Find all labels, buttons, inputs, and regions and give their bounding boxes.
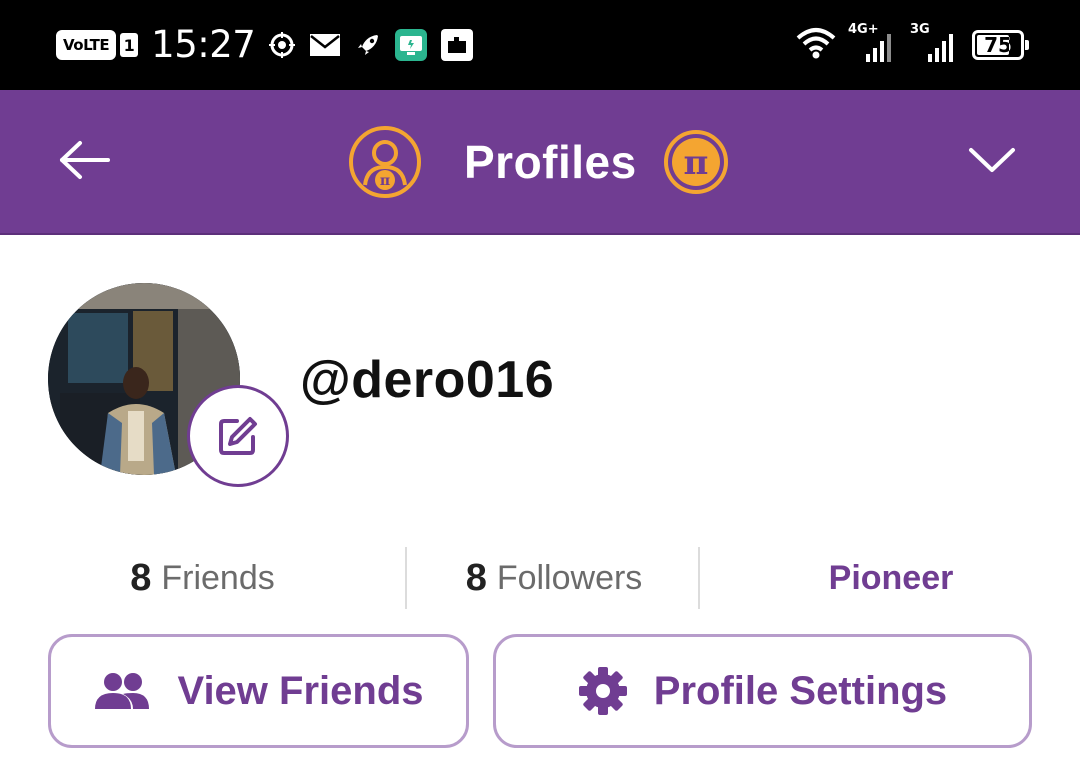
header-menu-button[interactable] bbox=[960, 128, 1024, 192]
chevron-down-icon bbox=[969, 148, 1015, 172]
app-header: π Profiles π bbox=[0, 90, 1080, 235]
role-stat: Pioneer bbox=[760, 545, 1022, 611]
status-clock: 15:27 bbox=[151, 23, 256, 66]
back-button[interactable] bbox=[52, 128, 116, 192]
profile-screen: VoLTE 1 15:27 4G+ 3G 75 π Profiles π @de… bbox=[0, 0, 1080, 774]
status-bar-left: VoLTE 1 15:27 bbox=[56, 22, 474, 68]
pi-coin-icon: π bbox=[663, 130, 728, 194]
cast-app-icon bbox=[395, 29, 428, 61]
battery-percent: 75 bbox=[984, 33, 1012, 57]
friends-count: 8 bbox=[130, 556, 152, 599]
view-friends-label: View Friends bbox=[177, 668, 424, 713]
arrow-left-icon bbox=[60, 141, 110, 179]
profile-stats: 8 Friends 8 Followers Pioneer bbox=[0, 545, 1080, 611]
signal-4g-icon: 4G+ bbox=[848, 22, 898, 64]
rocket-icon bbox=[355, 32, 381, 58]
network-type-1: 4G+ bbox=[848, 22, 879, 37]
app-notification-icon bbox=[441, 29, 474, 61]
view-friends-button[interactable]: View Friends bbox=[48, 634, 469, 748]
profile-settings-button[interactable]: Profile Settings bbox=[493, 634, 1032, 748]
stat-divider bbox=[698, 547, 700, 609]
volte-badge: VoLTE bbox=[56, 30, 117, 60]
sim-slot-badge: 1 bbox=[120, 33, 139, 57]
followers-label: Followers bbox=[496, 558, 643, 597]
status-bar: VoLTE 1 15:27 4G+ 3G 75 bbox=[0, 0, 1080, 90]
friends-stat[interactable]: 8 Friends bbox=[60, 545, 345, 611]
role-badge: Pioneer bbox=[828, 558, 954, 597]
friends-label: Friends bbox=[161, 558, 275, 597]
header-title-group: π Profiles π bbox=[348, 112, 729, 212]
profile-settings-label: Profile Settings bbox=[653, 668, 948, 713]
user-profile-icon: π bbox=[349, 126, 421, 198]
followers-stat[interactable]: 8 Followers bbox=[410, 545, 698, 611]
svg-text:π: π bbox=[683, 143, 708, 183]
gear-icon bbox=[578, 667, 627, 715]
network-type-2: 3G bbox=[910, 22, 930, 37]
mail-icon bbox=[309, 33, 341, 57]
wifi-icon bbox=[796, 26, 836, 65]
edit-pencil-icon bbox=[219, 417, 257, 455]
status-bar-right: 4G+ 3G 75 bbox=[796, 22, 1029, 68]
username: @dero016 bbox=[300, 351, 555, 409]
followers-count: 8 bbox=[465, 556, 487, 599]
signal-3g-icon: 3G bbox=[910, 22, 960, 64]
stat-divider bbox=[405, 547, 407, 609]
svg-text:π: π bbox=[380, 173, 390, 189]
edit-avatar-button[interactable] bbox=[187, 385, 289, 487]
page-title: Profiles bbox=[464, 136, 637, 188]
people-icon bbox=[95, 673, 150, 709]
location-target-icon bbox=[269, 32, 296, 58]
battery-icon: 75 bbox=[972, 30, 1029, 60]
